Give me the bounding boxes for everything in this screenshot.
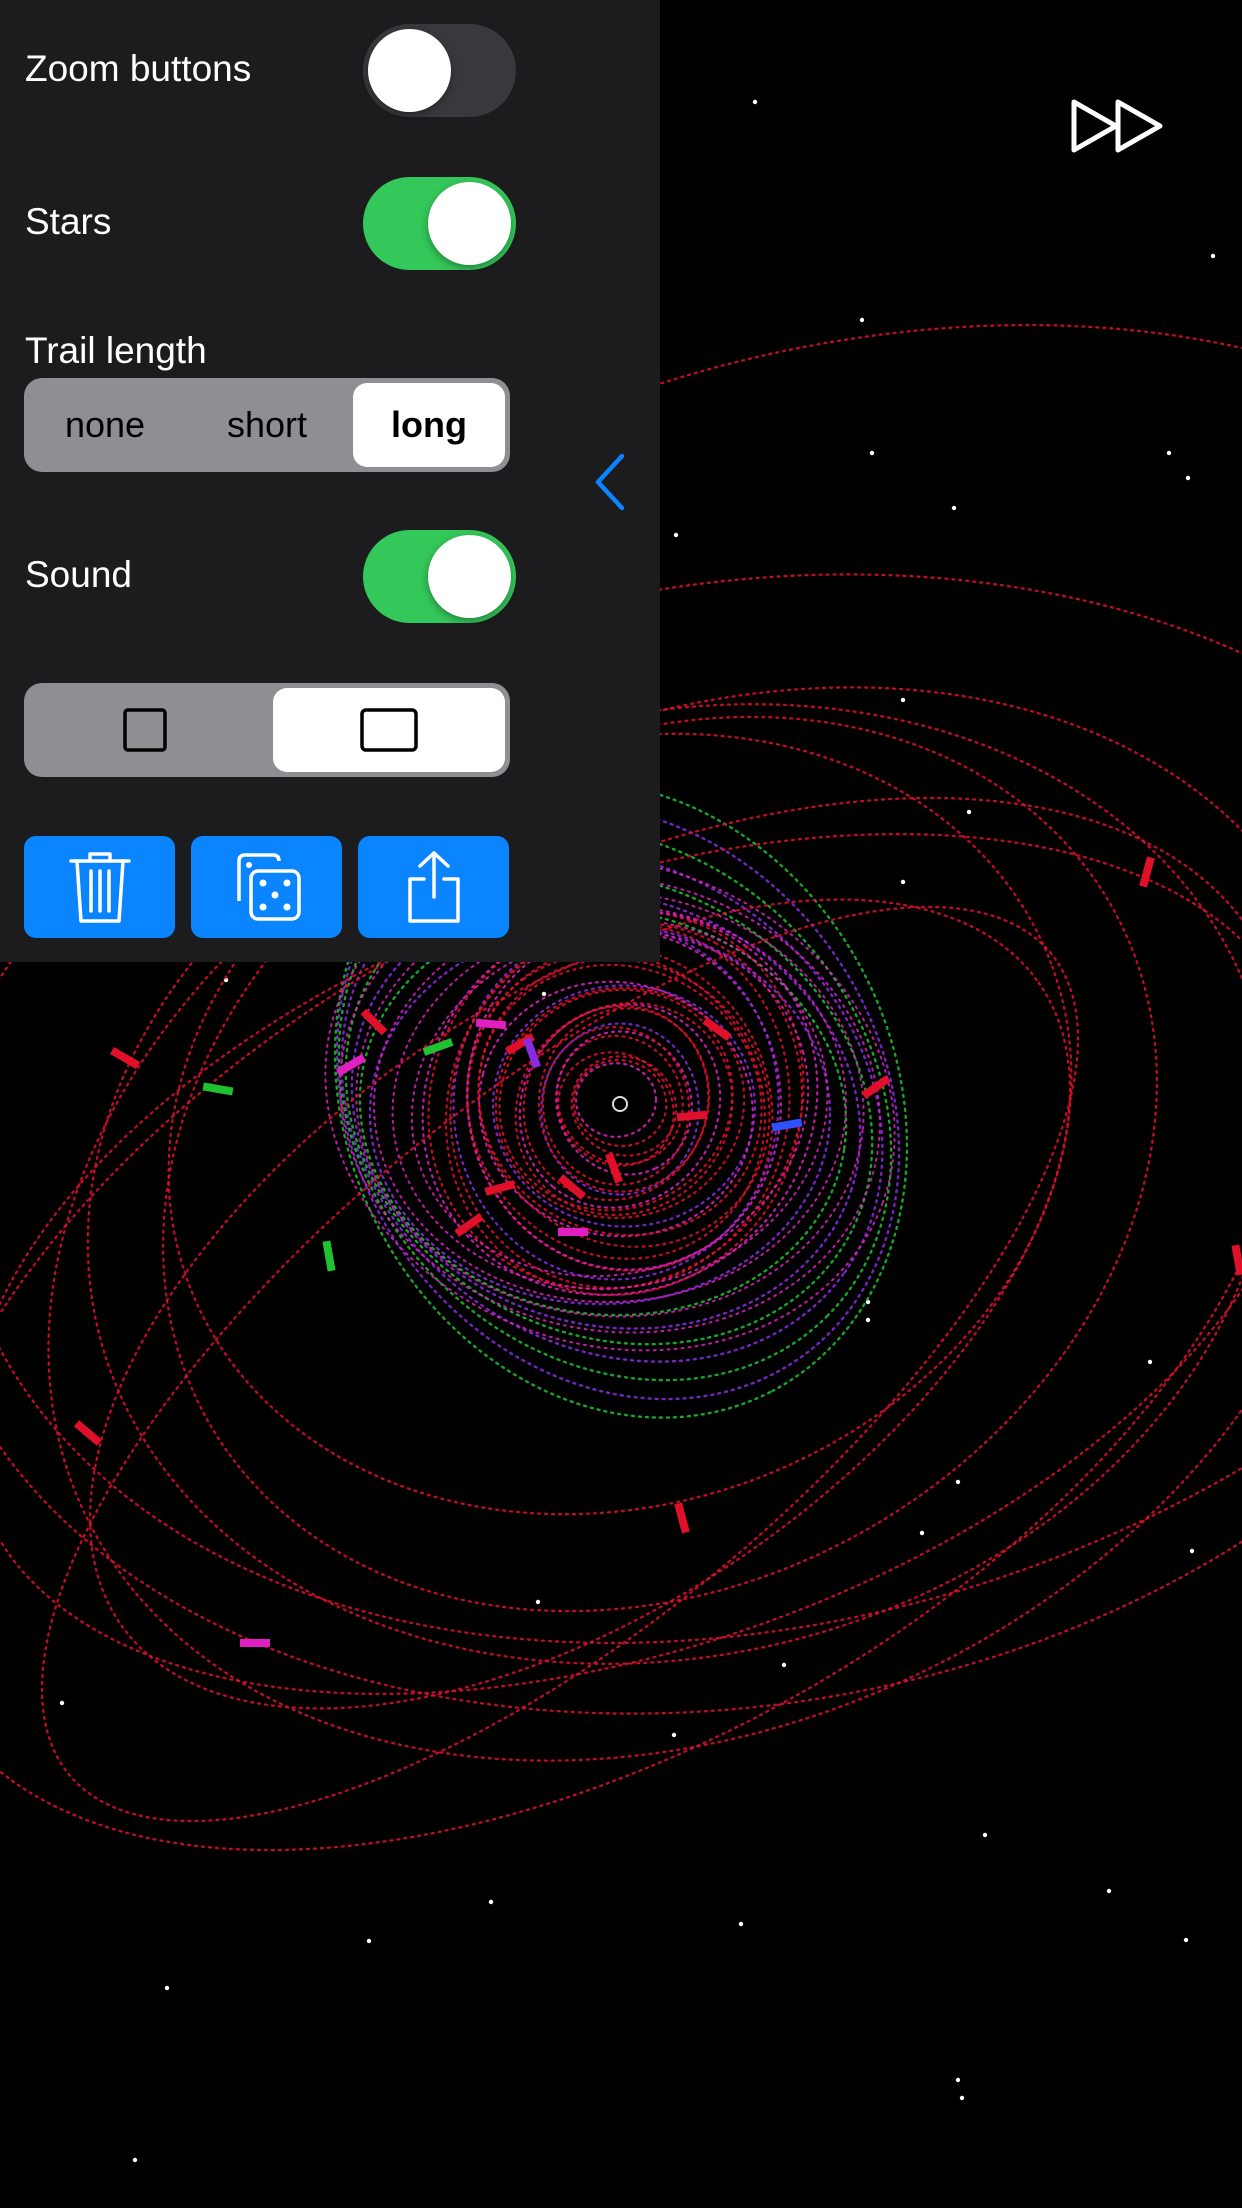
orbiting-body bbox=[523, 1037, 541, 1069]
share-button[interactable] bbox=[358, 836, 509, 938]
orbiting-body bbox=[322, 1240, 336, 1272]
orbiting-body bbox=[240, 1639, 270, 1647]
wide-rectangle-icon bbox=[360, 708, 418, 752]
star bbox=[164, 1985, 170, 1991]
star bbox=[955, 2077, 961, 2083]
chevron-left-icon[interactable] bbox=[590, 452, 630, 512]
trail-length-segmented-control: none short long bbox=[24, 378, 510, 472]
star bbox=[966, 809, 972, 815]
center-mass bbox=[612, 1096, 628, 1112]
zoom-buttons-label: Zoom buttons bbox=[25, 48, 252, 89]
orbiting-body bbox=[202, 1082, 234, 1096]
star bbox=[959, 2095, 965, 2101]
star bbox=[1166, 450, 1172, 456]
clear-button[interactable] bbox=[24, 836, 175, 938]
zoom-buttons-toggle[interactable] bbox=[363, 24, 516, 117]
star bbox=[1106, 1888, 1112, 1894]
random-button[interactable] bbox=[191, 836, 342, 938]
star bbox=[673, 532, 679, 538]
star bbox=[951, 505, 957, 511]
star bbox=[900, 879, 906, 885]
star bbox=[59, 1700, 65, 1706]
toggle-knob bbox=[368, 29, 451, 112]
star bbox=[1210, 253, 1216, 259]
toggle-knob bbox=[428, 182, 511, 265]
trail-option-long[interactable]: long bbox=[353, 383, 505, 467]
star bbox=[488, 1899, 494, 1905]
orbit-trail bbox=[491, 984, 757, 1228]
orbit-trail bbox=[574, 1062, 658, 1138]
toggle-knob bbox=[428, 535, 511, 618]
star bbox=[919, 1530, 925, 1536]
aspect-option-square[interactable] bbox=[29, 688, 261, 772]
trail-length-label: Trail length bbox=[25, 330, 207, 371]
star bbox=[541, 991, 547, 997]
star bbox=[132, 2157, 138, 2163]
orbiting-body bbox=[110, 1047, 140, 1069]
star bbox=[535, 1599, 541, 1605]
fast-forward-icon[interactable] bbox=[1070, 96, 1166, 156]
trail-option-none[interactable]: none bbox=[29, 383, 181, 467]
orbiting-body bbox=[1139, 856, 1155, 888]
orbit-trail bbox=[572, 1058, 668, 1148]
trail-option-short[interactable]: short bbox=[191, 383, 343, 467]
star bbox=[1147, 1359, 1153, 1365]
orbiting-body bbox=[861, 1075, 891, 1099]
orbit-trail bbox=[522, 1004, 710, 1202]
star bbox=[781, 1662, 787, 1668]
star bbox=[738, 1921, 744, 1927]
star bbox=[982, 1832, 988, 1838]
star bbox=[955, 1479, 961, 1485]
star bbox=[869, 450, 875, 456]
star bbox=[865, 1317, 871, 1323]
aspect-segmented-control bbox=[24, 683, 510, 777]
orbiting-bodies bbox=[73, 856, 1242, 1647]
dice-icon bbox=[236, 853, 301, 921]
orbiting-body bbox=[73, 1420, 103, 1446]
star bbox=[366, 1938, 372, 1944]
stars-toggle[interactable] bbox=[363, 177, 516, 270]
orbiting-body bbox=[360, 1008, 388, 1036]
star bbox=[900, 697, 906, 703]
orbiting-body bbox=[1231, 1244, 1242, 1276]
stars-label: Stars bbox=[25, 201, 112, 242]
star bbox=[859, 317, 865, 323]
star bbox=[1189, 1548, 1195, 1554]
star bbox=[1185, 475, 1191, 481]
settings-panel: Zoom buttons Stars Trail length none sho… bbox=[0, 0, 660, 962]
square-icon bbox=[123, 708, 167, 752]
aspect-option-wide[interactable] bbox=[273, 688, 505, 772]
star bbox=[1183, 1937, 1189, 1943]
star bbox=[752, 99, 758, 105]
sound-toggle[interactable] bbox=[363, 530, 516, 623]
star bbox=[671, 1732, 677, 1738]
orbiting-body bbox=[605, 1152, 623, 1184]
trash-icon bbox=[68, 852, 131, 923]
share-icon bbox=[407, 851, 460, 923]
orbiting-body bbox=[674, 1502, 690, 1534]
sound-label: Sound bbox=[25, 554, 132, 595]
orbiting-body bbox=[558, 1228, 588, 1236]
